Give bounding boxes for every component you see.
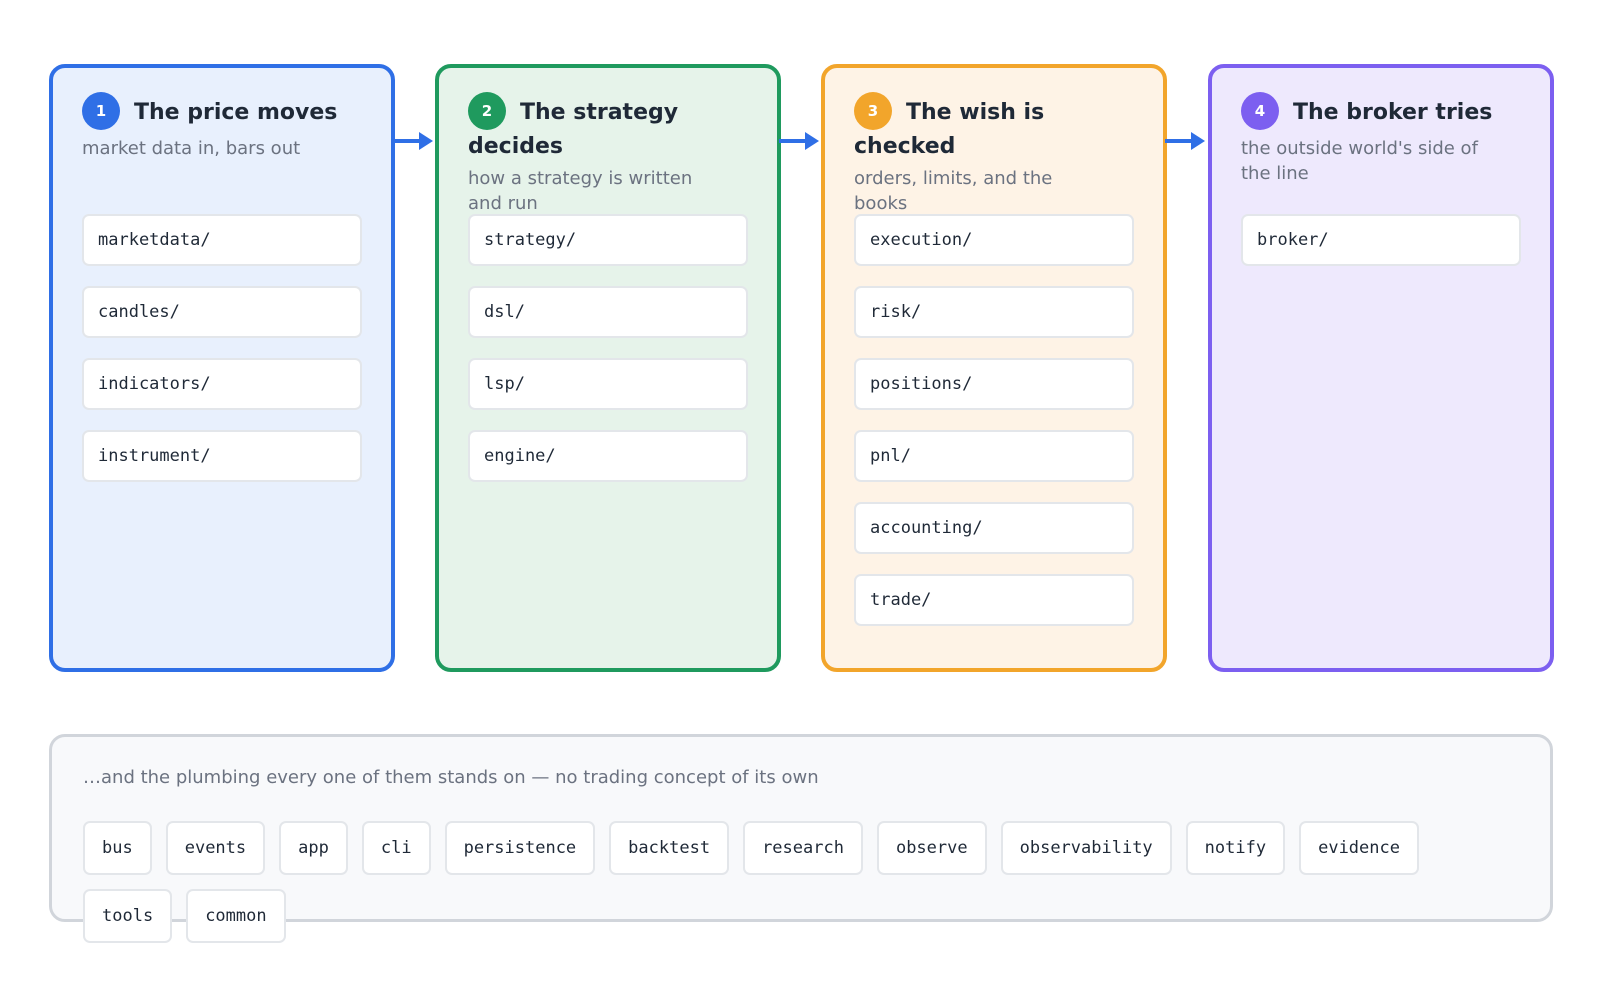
lane-strategy-decides: 2 The strategy decides how a strategy is …	[435, 64, 781, 672]
lane-title-text: The broker tries	[1293, 100, 1493, 125]
package-broker: broker/	[1241, 214, 1521, 266]
flow-arrow-icon	[393, 132, 433, 150]
plumbing-panel: …and the plumbing every one of them stan…	[49, 734, 1553, 943]
lane-subtitle: how a strategy is written and run	[468, 168, 693, 214]
package-list: broker/	[1241, 214, 1521, 286]
package-strategy: strategy/	[468, 214, 748, 266]
package-accounting: accounting/	[854, 502, 1134, 554]
flow-arrow-icon	[1165, 132, 1205, 150]
package-marketdata: marketdata/	[82, 214, 362, 266]
lane-title: 1 The price moves	[82, 92, 362, 132]
step-badge: 3	[854, 92, 892, 130]
package-indicators: indicators/	[82, 358, 362, 410]
lane-subtitle: market data in, bars out	[82, 138, 301, 159]
flow-arrow-icon	[779, 132, 819, 150]
lane-price-moves: 1 The price moves market data in, bars ou…	[49, 64, 395, 672]
package-app: app	[279, 821, 348, 875]
package-bus: bus	[83, 821, 152, 875]
package-trade: trade/	[854, 574, 1134, 626]
package-observe: observe	[876, 821, 987, 875]
package-backtest: backtest	[609, 821, 730, 875]
package-cli: cli	[361, 821, 431, 875]
package-engine: engine/	[468, 430, 748, 482]
package-evidence: evidence	[1299, 821, 1419, 875]
package-persistence: persistence	[444, 821, 596, 875]
package-candles: candles/	[82, 286, 362, 338]
package-list: strategy/ dsl/ lsp/ engine/	[468, 214, 748, 502]
package-positions: positions/	[854, 358, 1134, 410]
architecture-diagram: 1 The price moves market data in, bars ou…	[0, 0, 1600, 984]
lane-title-text: The price moves	[134, 100, 338, 125]
package-research: research	[743, 821, 863, 875]
lane-wish-checked: 3 The wish is checked orders, limits, and…	[821, 64, 1167, 672]
lane-subtitle: orders, limits, and the books	[854, 168, 1053, 214]
lane-title: 4 The broker tries	[1241, 92, 1521, 132]
package-observability: observability	[1000, 821, 1172, 875]
lane-title: 2 The strategy decides	[468, 92, 748, 162]
lane-broker-tries: 4 The broker tries the outside world's si…	[1208, 64, 1554, 672]
package-common: common	[186, 889, 286, 943]
package-pnl: pnl/	[854, 430, 1134, 482]
step-badge: 1	[82, 92, 120, 130]
package-execution: execution/	[854, 214, 1134, 266]
package-notify: notify	[1185, 821, 1286, 875]
package-instrument: instrument/	[82, 430, 362, 482]
package-tools: tools	[83, 889, 173, 943]
package-list: marketdata/ candles/ indicators/ instrum…	[82, 214, 362, 502]
step-badge: 2	[468, 92, 506, 130]
package-list: execution/ risk/ positions/ pnl/ account…	[854, 214, 1134, 646]
package-lsp: lsp/	[468, 358, 748, 410]
lane-subtitle: the outside world's side of the line	[1241, 138, 1478, 184]
package-risk: risk/	[854, 286, 1134, 338]
package-dsl: dsl/	[468, 286, 748, 338]
step-badge: 4	[1241, 92, 1279, 130]
lane-title: 3 The wish is checked	[854, 92, 1134, 162]
plumbing-package-list: bus events app cli persistence backtest resear…	[83, 821, 1523, 957]
plumbing-label: …and the plumbing every one of them stan…	[83, 767, 819, 788]
package-events: events	[165, 821, 266, 875]
